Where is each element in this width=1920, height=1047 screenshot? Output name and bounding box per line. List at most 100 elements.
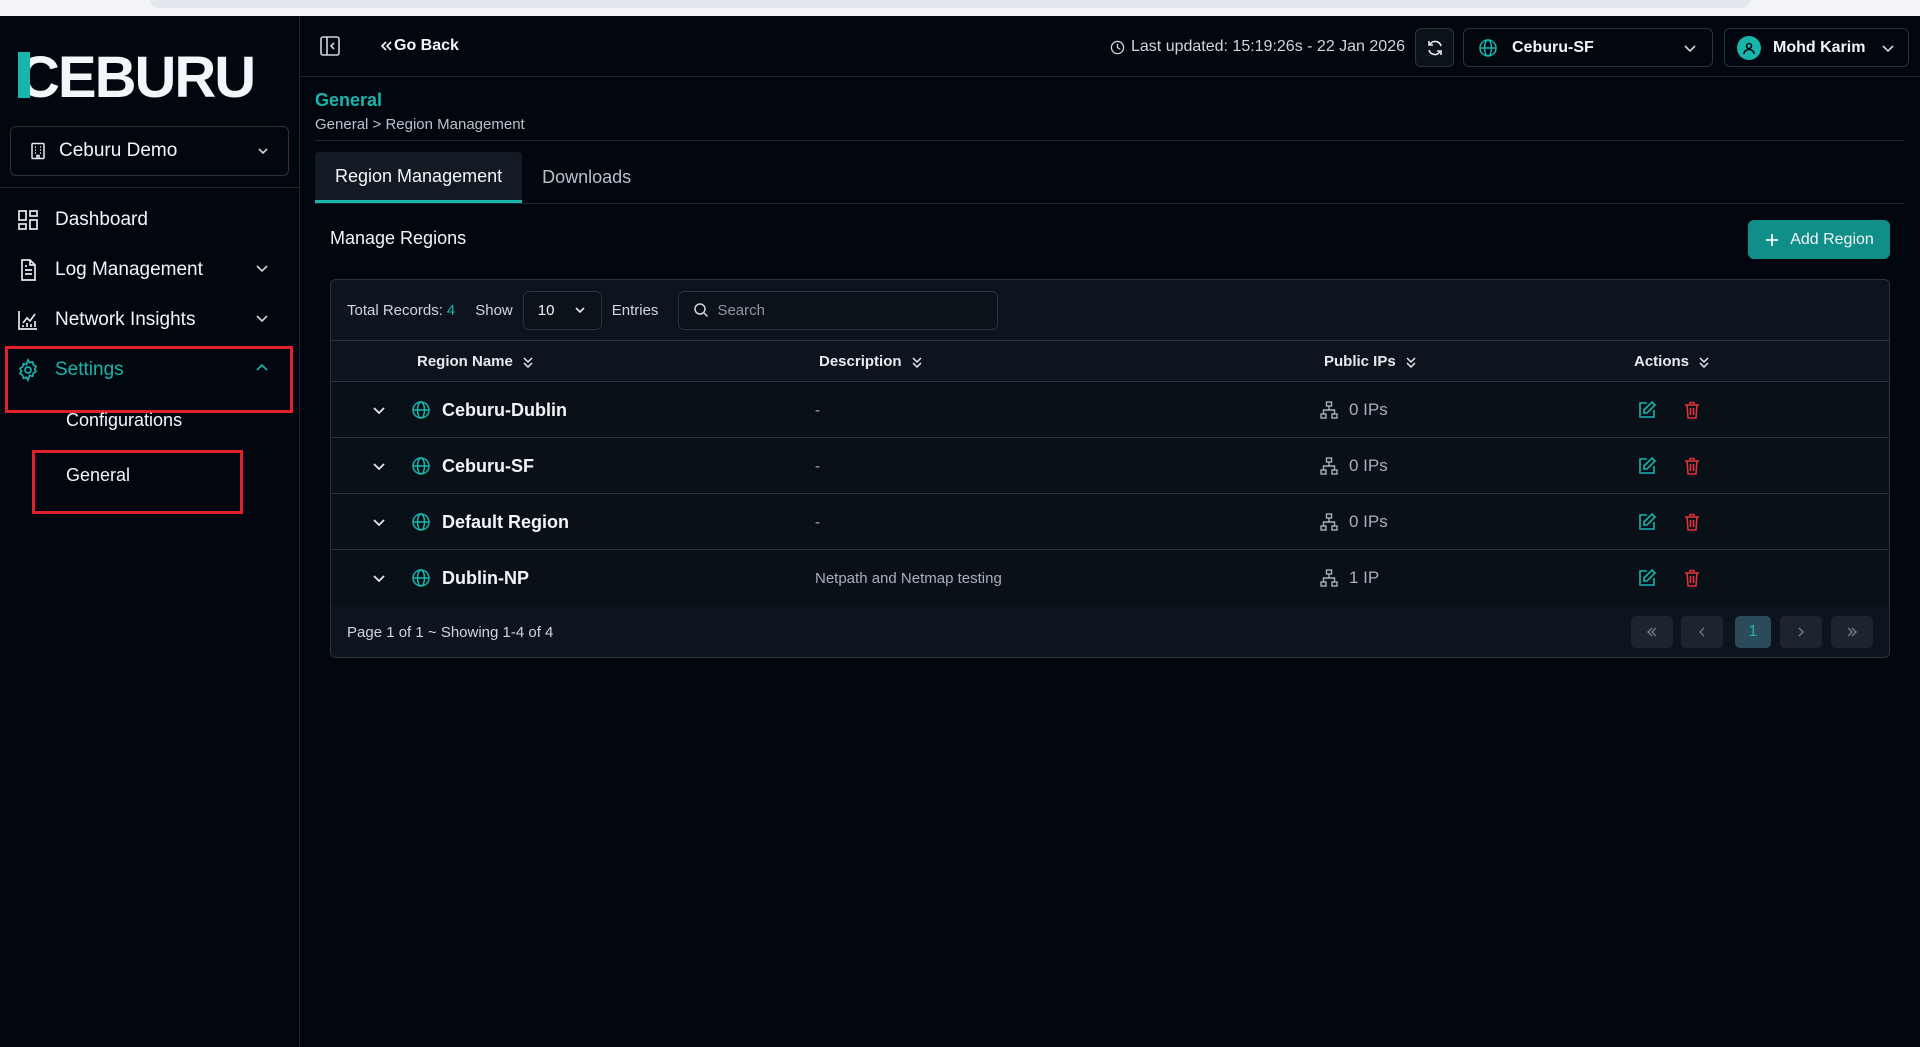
region-globe-cell	[411, 494, 431, 550]
sort-icon	[1406, 356, 1416, 368]
table-row[interactable]: Ceburu-Dublin - 0 IPs	[331, 382, 1889, 438]
region-name: Ceburu-SF	[442, 455, 534, 476]
delete-button[interactable]	[1682, 382, 1702, 438]
network-icon	[1320, 513, 1338, 531]
refresh-button[interactable]	[1415, 28, 1454, 67]
search-icon	[694, 303, 709, 318]
previous-page-button[interactable]	[1681, 616, 1723, 648]
column-label: Region Name	[417, 353, 513, 370]
region-description: -	[815, 513, 820, 531]
expand-row-button[interactable]	[371, 382, 387, 438]
region-description: -	[815, 401, 820, 419]
refresh-icon	[1427, 40, 1442, 55]
search-box[interactable]	[678, 290, 999, 330]
table-row[interactable]: Ceburu-SF - 0 IPs	[331, 438, 1889, 494]
expand-row-button[interactable]	[371, 550, 387, 606]
tab-bar: Region Management Downloads	[315, 152, 651, 203]
table-row[interactable]: Default Region - 0 IPs	[331, 494, 1889, 550]
highlight-box-settings	[5, 346, 293, 413]
column-label: Description	[819, 353, 902, 370]
go-back-button[interactable]: Go Back	[378, 37, 459, 55]
sidebar-subitem-configurations[interactable]: Configurations	[66, 410, 182, 431]
delete-button[interactable]	[1682, 438, 1702, 494]
org-name: Ceburu Demo	[59, 140, 178, 161]
region-globe-cell	[411, 438, 431, 494]
table-footer: Page 1 of 1 ~ Showing 1-4 of 4 1	[331, 606, 1889, 657]
last-updated: Last updated: 15:19:26s - 22 Jan 2026	[1110, 38, 1405, 56]
go-back-label: Go Back	[394, 37, 459, 54]
entries-select[interactable]: 10	[522, 290, 602, 330]
network-icon-cell	[1319, 438, 1339, 494]
edit-icon	[1639, 568, 1657, 586]
region-name: Dublin-NP	[442, 567, 529, 588]
region-globe-cell	[411, 382, 431, 438]
regions-table: Total Records: 4 Show 10 Entries Region …	[330, 279, 1890, 658]
trash-icon	[1685, 513, 1699, 531]
table-row[interactable]: Dublin-NP Netpath and Netmap testing 1 I…	[331, 550, 1889, 606]
trash-icon	[1685, 457, 1699, 475]
trash-icon	[1685, 569, 1699, 587]
tab-region-management[interactable]: Region Management	[315, 152, 523, 203]
edit-button[interactable]	[1637, 494, 1657, 550]
avatar	[1737, 35, 1761, 60]
region-name: Default Region	[442, 511, 570, 532]
network-icon	[1320, 457, 1338, 475]
divider	[315, 140, 1905, 141]
sidebar-collapse-icon[interactable]	[319, 35, 341, 57]
page-number-button[interactable]: 1	[1735, 616, 1771, 648]
last-page-button[interactable]	[1831, 616, 1873, 648]
column-header-description[interactable]: Description	[819, 353, 924, 370]
sidebar: CEBURU Ceburu Demo Dashboard Log Managem…	[0, 16, 300, 1047]
column-header-actions[interactable]: Actions	[1634, 353, 1711, 370]
delete-button[interactable]	[1682, 494, 1702, 550]
pagination-summary: Page 1 of 1 ~ Showing 1-4 of 4	[347, 624, 554, 641]
breadcrumb: General > Region Management	[315, 116, 525, 133]
public-ips-count: 1 IP	[1349, 568, 1380, 587]
double-chevron-left-icon	[1646, 627, 1657, 637]
edit-button[interactable]	[1637, 438, 1657, 494]
sort-icon	[1699, 356, 1709, 368]
sidebar-item-network-insights[interactable]: Network Insights	[0, 298, 300, 342]
page-title: General	[315, 90, 383, 110]
sidebar-item-label: Log Management	[55, 259, 203, 280]
delete-button[interactable]	[1682, 550, 1702, 606]
column-header-public-ips[interactable]: Public IPs	[1324, 353, 1418, 370]
divider	[315, 203, 1905, 204]
tab-downloads[interactable]: Downloads	[522, 152, 651, 203]
public-ips-count: 0 IPs	[1349, 456, 1388, 475]
trash-icon	[1685, 401, 1699, 419]
user-menu[interactable]: Mohd Karim	[1724, 28, 1909, 67]
column-header-region-name[interactable]: Region Name	[417, 353, 535, 370]
total-records-label: Total Records:	[347, 301, 443, 319]
user-icon	[1743, 42, 1755, 54]
sidebar-item-log-management[interactable]: Log Management	[0, 248, 300, 292]
region-name: Ceburu-Dublin	[442, 399, 567, 420]
chevron-down-icon	[373, 463, 385, 471]
add-region-button[interactable]: Add Region	[1748, 220, 1890, 259]
expand-row-button[interactable]	[371, 438, 387, 494]
section-title: Manage Regions	[330, 228, 467, 248]
region-globe-cell	[411, 550, 431, 606]
network-icon	[1320, 401, 1338, 419]
network-icon	[1320, 569, 1338, 587]
show-label: Show	[475, 301, 513, 319]
chevron-down-icon	[575, 307, 585, 314]
region-description: Netpath and Netmap testing	[815, 569, 1002, 587]
first-page-button[interactable]	[1631, 616, 1673, 648]
org-selector[interactable]: Ceburu Demo	[10, 126, 289, 176]
building-icon	[31, 142, 45, 160]
search-input[interactable]	[717, 301, 978, 319]
edit-button[interactable]	[1637, 550, 1657, 606]
next-page-button[interactable]	[1780, 616, 1822, 648]
sidebar-item-dashboard[interactable]: Dashboard	[0, 198, 300, 242]
globe-icon	[412, 401, 430, 419]
edit-button[interactable]	[1637, 382, 1657, 438]
selected-region: Ceburu-SF	[1512, 38, 1594, 56]
region-selector[interactable]: Ceburu-SF	[1463, 28, 1713, 67]
expand-row-button[interactable]	[371, 494, 387, 550]
last-updated-text: Last updated: 15:19:26s - 22 Jan 2026	[1131, 38, 1405, 55]
total-records-count: 4	[446, 301, 456, 319]
globe-icon	[412, 513, 430, 531]
ceburu-logo[interactable]: CEBURU	[18, 44, 263, 104]
user-name: Mohd Karim	[1773, 38, 1866, 56]
